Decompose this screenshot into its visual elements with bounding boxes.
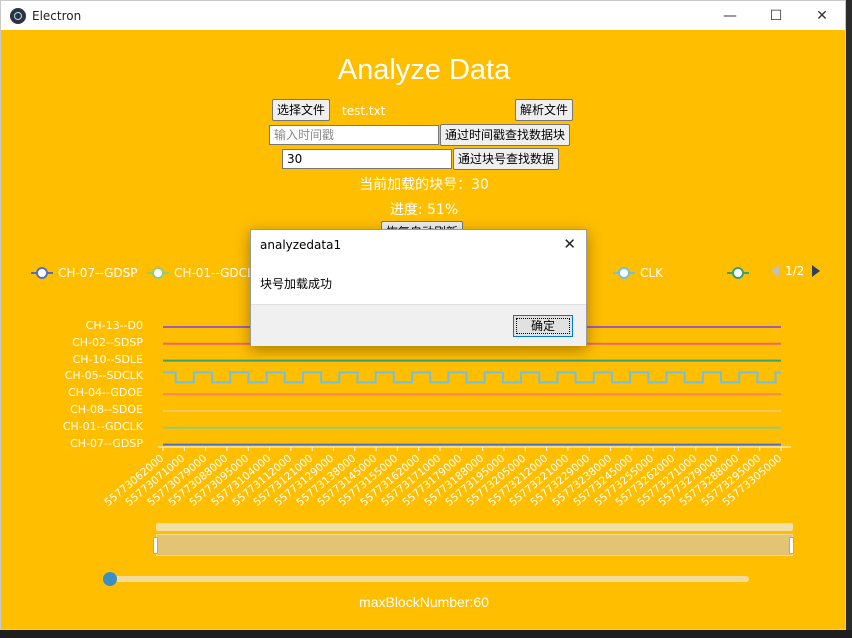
maximize-button[interactable]: ☐ (753, 1, 799, 30)
current-block-text: 当前加载的块号：30 (359, 177, 489, 193)
file-name: test.txt (342, 104, 386, 118)
close-button[interactable]: ✕ (799, 1, 845, 30)
channel-label: CH-10--SDLE (72, 352, 143, 366)
channel-label: CH-04--GDOE (68, 386, 143, 400)
data-zoom-right-handle[interactable] (789, 537, 794, 554)
legend-marker-icon (727, 267, 749, 279)
legend-prev-icon[interactable] (771, 265, 779, 277)
window-title: Electron (32, 8, 82, 23)
legend-marker-icon (31, 267, 53, 279)
channel-label: CH-13--D0 (85, 319, 143, 332)
window-controls: — ☐ ✕ (707, 1, 845, 30)
alert-dialog: analyzedata1 ✕ 块号加载成功 确定 (250, 229, 587, 346)
block-number-input[interactable]: 30 (282, 149, 452, 169)
legend-item[interactable]: CLK (613, 265, 663, 281)
legend-item[interactable]: CH-07--GDSP (31, 265, 138, 281)
channel-label: CH-08--SDOE (70, 403, 143, 416)
electron-icon (10, 7, 26, 24)
choose-file-button[interactable]: 选择文件 (272, 99, 331, 121)
desktop-background (0, 630, 852, 638)
parse-file-button[interactable]: 解析文件 (515, 99, 574, 121)
channel-label: CH-01--GDCLK (62, 419, 143, 433)
find-by-block-button[interactable]: 通过块号查找数据 (453, 148, 560, 170)
dialog-message: 块号加载成功 (260, 277, 333, 291)
minimize-button[interactable]: — (707, 1, 753, 30)
title-bar: Electron — ☐ ✕ (1, 1, 845, 30)
channel-label: CH-02--SDSP (72, 335, 143, 349)
dialog-footer: 确定 (251, 304, 586, 346)
legend-next-icon[interactable] (812, 265, 821, 277)
max-block-text: maxBlockNumber:60 (359, 594, 489, 610)
legend-item[interactable]: CH-10--SDLE (727, 265, 749, 281)
legend-label: CH-01--GDCLK (174, 266, 262, 280)
legend-label: CLK (640, 266, 663, 280)
block-slider-thumb[interactable] (103, 572, 117, 586)
app-window: Electron — ☐ ✕ Analyze Data 选择文件 test.tx… (0, 0, 846, 630)
legend-marker-icon (613, 267, 635, 279)
dialog-title: analyzedata1 (260, 238, 342, 252)
timestamp-input[interactable]: 输入时间戳 (269, 125, 439, 145)
block-slider-track[interactable] (109, 576, 749, 582)
dialog-close-icon[interactable]: ✕ (563, 235, 576, 253)
find-by-timestamp-button[interactable]: 通过时间戳查找数据块 (440, 124, 571, 146)
data-zoom-window[interactable] (156, 534, 793, 556)
legend-label: CH-07--GDSP (58, 266, 138, 280)
channel-label: CH-05--SDCLK (64, 369, 143, 383)
data-zoom-left-handle[interactable] (153, 537, 158, 554)
page-title: Analyze Data (337, 54, 511, 86)
legend-item[interactable]: CH-01--GDCLK (147, 265, 262, 281)
series-line (163, 371, 781, 384)
channel-label: CH-07--GDSP (70, 436, 143, 450)
data-zoom-track[interactable] (156, 523, 793, 531)
dialog-ok-button[interactable]: 确定 (513, 315, 573, 337)
legend-pager: 1/2 (771, 264, 821, 278)
legend-marker-icon (147, 267, 169, 279)
progress-text: 进度: 51% (389, 202, 459, 218)
legend-page-text: 1/2 (785, 264, 805, 278)
